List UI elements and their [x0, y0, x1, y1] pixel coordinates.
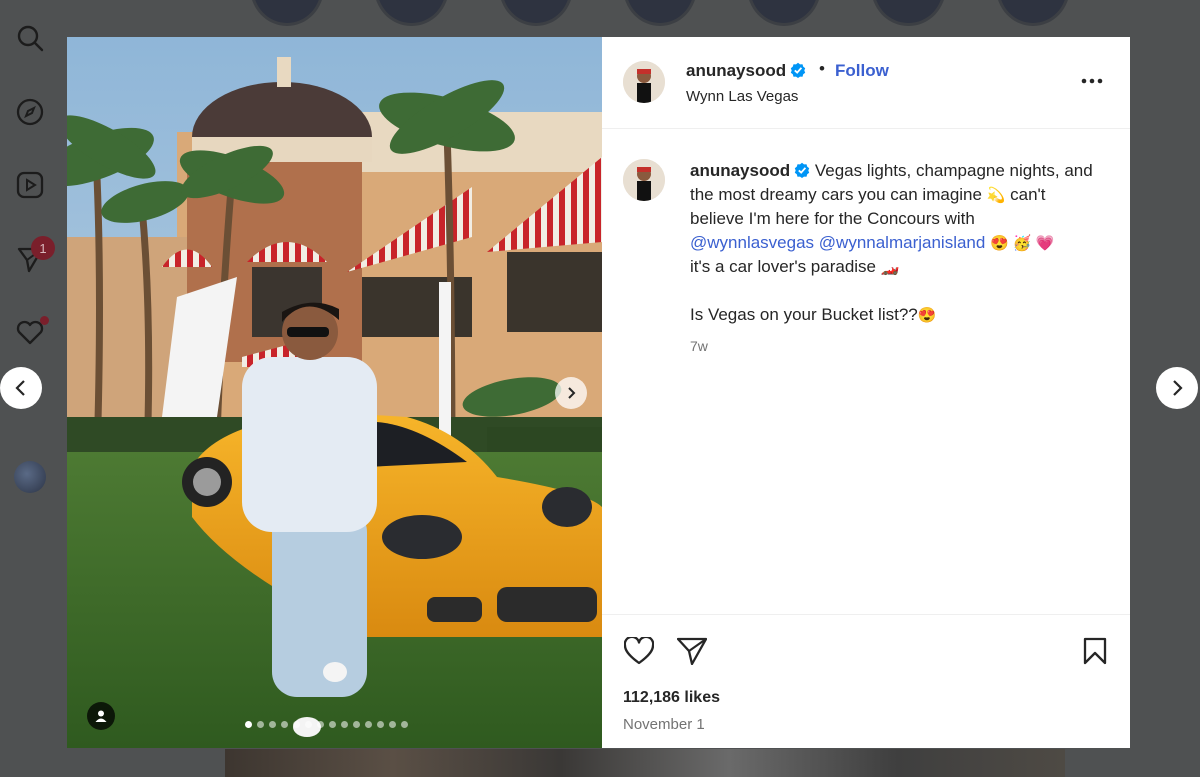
caption-username[interactable]: anunaysood [690, 161, 790, 180]
race-car-emoji: 🏎️ [880, 259, 900, 276]
stories-strip [250, 0, 1070, 36]
chevron-left-icon [15, 380, 25, 396]
caption-line-2-tail: can't [1010, 184, 1046, 204]
notifications-dot [40, 316, 49, 325]
username-text[interactable]: anunaysood [686, 61, 786, 80]
caption-line-1: anunaysood Vegas lights, champagne night… [690, 159, 1120, 183]
carousel-dot [353, 721, 360, 728]
caption-author-avatar[interactable] [623, 159, 665, 201]
dizzy-emoji: 💫 [986, 186, 1006, 204]
caption-line-5: it's a car lover's paradise 🏎️ [690, 255, 1120, 280]
emoji-group: 😍 🥳 💗 [990, 234, 1055, 252]
feed-thumbnails-strip [225, 749, 1065, 777]
post-media[interactable] [67, 37, 602, 748]
bookmark-icon [1083, 637, 1107, 665]
caption-line-5-text: it's a car lover's paradise [690, 257, 877, 276]
post-modal: anunaysood • Follow Wynn Las Vegas anuna… [67, 37, 1130, 748]
story-item[interactable] [250, 0, 325, 26]
carousel-dot [281, 721, 288, 728]
post-actions: 112,186 likes November 1 [602, 614, 1130, 748]
search-icon[interactable] [14, 22, 46, 54]
carousel-dot [305, 721, 312, 728]
messages-badge: 1 [31, 236, 55, 260]
author-username[interactable]: anunaysood [686, 61, 806, 81]
carousel-dot [365, 721, 372, 728]
heart-eyes-emoji: 😍 [917, 306, 937, 324]
paper-plane-icon [677, 637, 707, 665]
chevron-right-icon [568, 387, 576, 399]
caption-line-1-text: Vegas lights, champagne nights, and [814, 161, 1093, 180]
carousel-dot [329, 721, 336, 728]
post-header: anunaysood • Follow Wynn Las Vegas [602, 37, 1130, 129]
carousel-indicator [245, 721, 408, 728]
author-avatar[interactable] [623, 61, 665, 103]
mention-link-wynnlasvegas[interactable]: @wynnlasvegas [690, 233, 814, 252]
post-location[interactable]: Wynn Las Vegas [686, 88, 798, 105]
chevron-right-icon [1173, 380, 1183, 396]
next-post-button[interactable] [1156, 367, 1198, 409]
prev-post-button[interactable] [0, 367, 42, 409]
more-options-button[interactable] [1080, 69, 1104, 93]
story-item[interactable] [871, 0, 946, 26]
carousel-dot [401, 721, 408, 728]
media-next-button[interactable] [555, 377, 587, 409]
header-separator: • [819, 59, 825, 78]
author-avatar-image [623, 61, 665, 103]
carousel-dot [341, 721, 348, 728]
mention-link-wynnalmarjanisland[interactable]: @wynnalmarjanisland [819, 233, 986, 252]
verified-badge-icon [790, 62, 806, 78]
caption-line-3: believe I'm here for the Concours with [690, 207, 1120, 231]
caption-text: anunaysood Vegas lights, champagne night… [690, 159, 1120, 359]
carousel-dot [293, 721, 300, 728]
reels-icon[interactable] [14, 169, 46, 201]
caption-line-2: the most dreamy cars you can imagine 💫 c… [690, 183, 1120, 208]
carousel-dot [389, 721, 396, 728]
profile-avatar[interactable] [14, 461, 46, 493]
story-item[interactable] [622, 0, 698, 26]
follow-button[interactable]: Follow [835, 61, 889, 81]
post-date[interactable]: November 1 [623, 716, 705, 733]
author-avatar-image [623, 159, 665, 201]
carousel-dot [257, 721, 264, 728]
caption-line-6: Is Vegas on your Bucket list??😍 [690, 303, 1120, 328]
caption-line-4: @wynnlasvegas @wynnalmarjanisland 😍 🥳 💗 [690, 231, 1120, 256]
carousel-dot [377, 721, 384, 728]
more-horizontal-icon [1081, 78, 1103, 84]
story-item[interactable] [995, 0, 1070, 26]
likes-count[interactable]: 112,186 likes [623, 689, 720, 707]
caption-line-3-text: believe I'm here for the Concours with [690, 209, 975, 228]
carousel-dot [269, 721, 276, 728]
explore-icon[interactable] [14, 96, 46, 128]
post-side-panel: anunaysood • Follow Wynn Las Vegas anuna… [602, 37, 1130, 748]
heart-icon [624, 637, 654, 665]
story-item[interactable] [747, 0, 822, 26]
post-photo [67, 37, 602, 748]
carousel-dot [317, 721, 324, 728]
story-item[interactable] [498, 0, 573, 26]
carousel-dot [245, 721, 252, 728]
caption-timestamp[interactable]: 7w [690, 335, 1120, 359]
story-item[interactable] [374, 0, 449, 26]
share-button[interactable] [674, 633, 710, 669]
save-button[interactable] [1077, 633, 1113, 669]
user-icon [95, 710, 107, 722]
verified-badge-icon [794, 162, 810, 178]
caption-line-2-text: the most dreamy cars you can imagine [690, 184, 982, 204]
caption-line-6-text: Is Vegas on your Bucket list?? [690, 304, 918, 324]
tagged-users-button[interactable] [87, 702, 115, 730]
like-button[interactable] [621, 633, 657, 669]
